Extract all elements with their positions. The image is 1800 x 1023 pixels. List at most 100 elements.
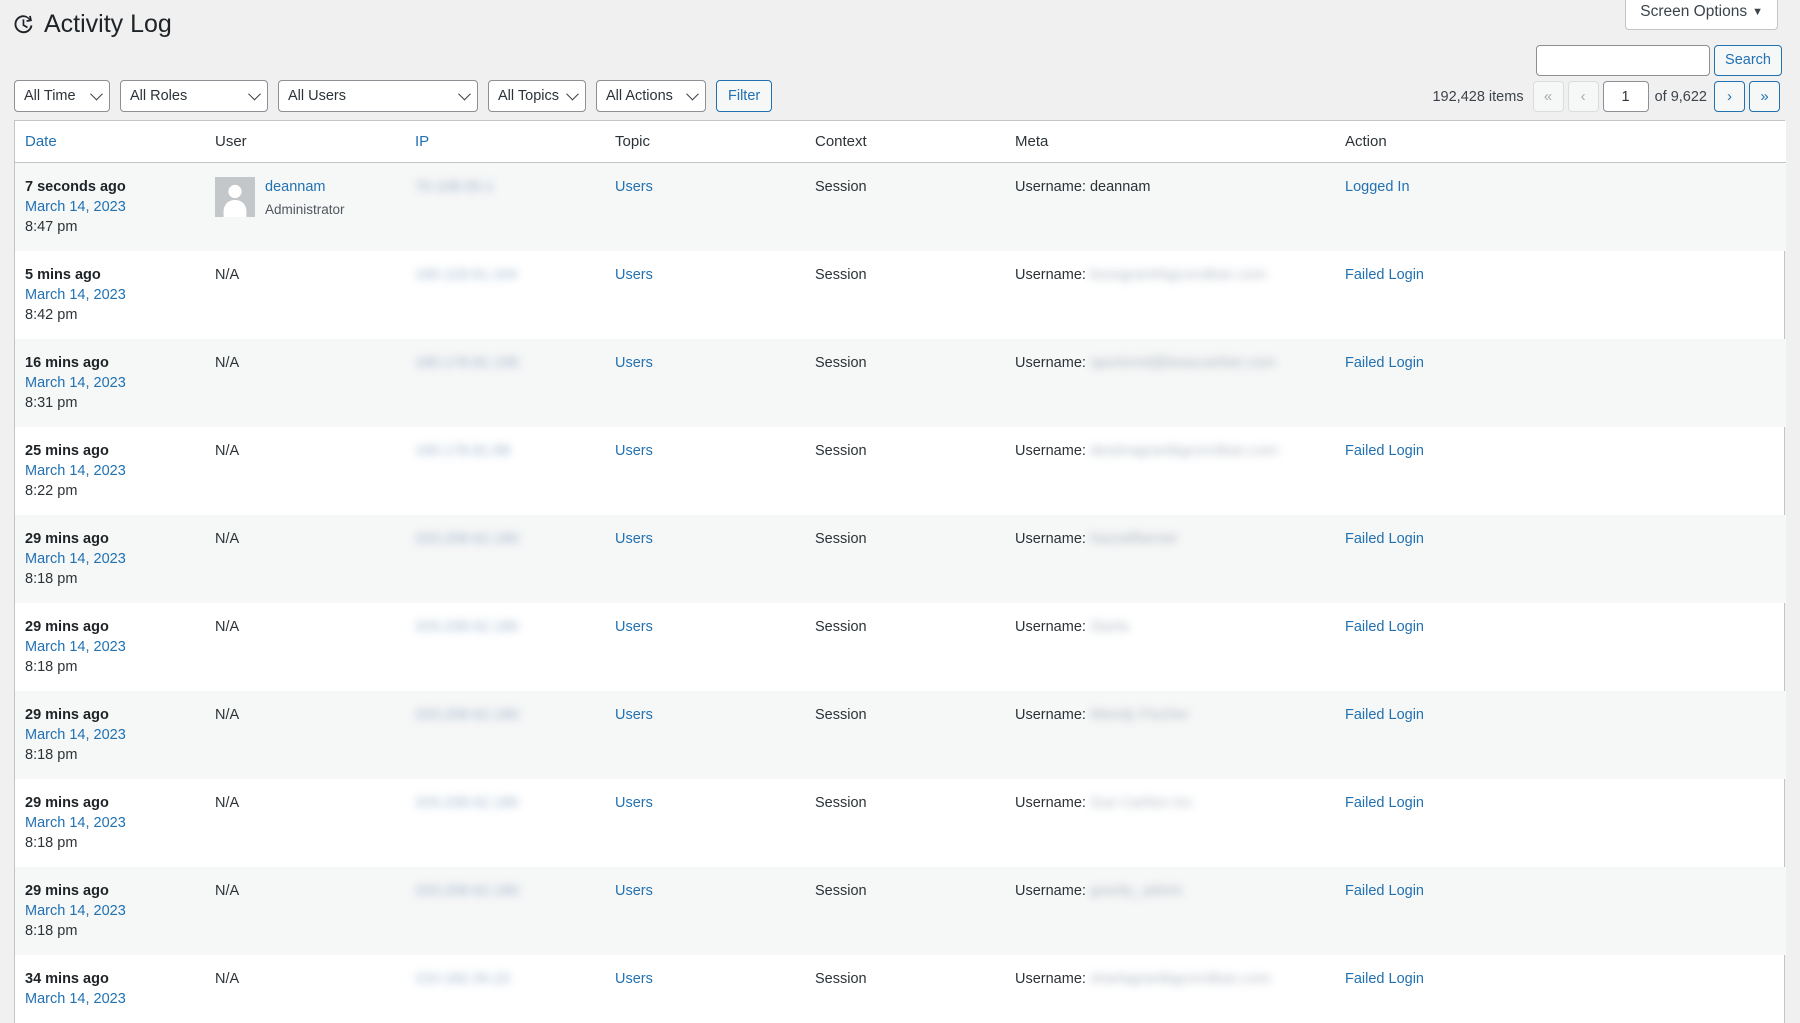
filter-select-roles[interactable]: All Roles <box>120 80 268 112</box>
pagination: 192,428 items « ‹ of 9,622 › » <box>1432 81 1784 112</box>
action-link[interactable]: Failed Login <box>1345 883 1424 899</box>
filter-toolbar: All Time All Roles All Users All Topics … <box>14 80 772 112</box>
date-absolute[interactable]: March 14, 2023 <box>25 637 205 657</box>
cell-topic: Users <box>615 427 815 515</box>
items-count: 192,428 items <box>1432 89 1523 105</box>
meta-value-redacted: bossgrantrbgcorolban.com <box>1090 265 1266 285</box>
action-link[interactable]: Failed Login <box>1345 971 1424 987</box>
date-time: 8:18 pm <box>25 569 205 589</box>
cell-action: Failed Login <box>1345 867 1786 955</box>
column-header-date[interactable]: Date <box>15 121 215 163</box>
cell-user: deannamAdministrator <box>215 163 415 252</box>
activity-log-table-container: Date User IP Topic Context Meta Action 7… <box>14 120 1785 1023</box>
date-time: 8:18 pm <box>25 657 205 677</box>
screen-options-label: Screen Options <box>1640 3 1747 20</box>
date-relative: 7 seconds ago <box>25 177 205 197</box>
cell-date: 34 mins agoMarch 14, 2023 <box>15 955 215 1023</box>
cell-meta: Username: destinagrantbgcorolban.com <box>1015 427 1345 515</box>
date-relative: 16 mins ago <box>25 353 205 373</box>
ip-address-redacted[interactable]: 203.208.62.180 <box>415 793 519 813</box>
user-name-link[interactable]: deannam <box>265 178 345 198</box>
date-absolute[interactable]: March 14, 2023 <box>25 373 205 393</box>
cell-meta: Username: Starla <box>1015 603 1345 691</box>
date-absolute[interactable]: March 14, 2023 <box>25 813 205 833</box>
cell-context: Session <box>815 691 1015 779</box>
column-header-topic: Topic <box>615 121 815 163</box>
meta-label: Username: <box>1015 443 1086 459</box>
date-absolute[interactable]: March 14, 2023 <box>25 285 205 305</box>
first-page-button[interactable]: « <box>1533 81 1564 112</box>
meta-label: Username: <box>1015 355 1086 371</box>
date-absolute[interactable]: March 14, 2023 <box>25 989 205 1009</box>
cell-topic: Users <box>615 339 815 427</box>
ip-address-redacted[interactable]: 203.208.62.180 <box>415 881 519 901</box>
topic-link[interactable]: Users <box>615 443 653 459</box>
table-header-row: Date User IP Topic Context Meta Action <box>15 121 1786 163</box>
last-page-button[interactable]: » <box>1749 81 1780 112</box>
cell-context: Session <box>815 515 1015 603</box>
chevron-down-icon <box>686 88 699 101</box>
date-absolute[interactable]: March 14, 2023 <box>25 197 205 217</box>
date-absolute[interactable]: March 14, 2023 <box>25 549 205 569</box>
topic-link[interactable]: Users <box>615 179 653 195</box>
filter-select-topics[interactable]: All Topics <box>488 80 586 112</box>
action-link[interactable]: Failed Login <box>1345 531 1424 547</box>
date-absolute[interactable]: March 14, 2023 <box>25 901 205 921</box>
date-time: 8:31 pm <box>25 393 205 413</box>
table-row: 29 mins agoMarch 14, 20238:18 pmN/A203.2… <box>15 515 1786 603</box>
ip-address-redacted[interactable]: 180.178.81.196 <box>415 353 519 373</box>
action-link[interactable]: Failed Login <box>1345 619 1424 635</box>
topic-link[interactable]: Users <box>615 883 653 899</box>
topic-link[interactable]: Users <box>615 707 653 723</box>
ip-address-redacted[interactable]: 203.208.62.180 <box>415 529 519 549</box>
cell-topic: Users <box>615 779 815 867</box>
filter-select-time[interactable]: All Time <box>14 80 110 112</box>
ip-address-redacted[interactable]: 203.208.62.180 <box>415 705 519 725</box>
topic-link[interactable]: Users <box>615 531 653 547</box>
action-link[interactable]: Failed Login <box>1345 267 1424 283</box>
filter-select-users[interactable]: All Users <box>278 80 478 112</box>
topic-link[interactable]: Users <box>615 795 653 811</box>
search-input[interactable] <box>1536 45 1710 76</box>
prev-page-button[interactable]: ‹ <box>1568 81 1599 112</box>
ip-address-redacted[interactable]: 190.118.61.104 <box>415 265 518 285</box>
meta-label: Username: <box>1015 619 1086 635</box>
cell-topic: Users <box>615 515 815 603</box>
ip-address-redacted[interactable]: 210.182.34.22 <box>415 969 510 989</box>
user-name: N/A <box>215 883 239 899</box>
cell-ip: 190.178.81.88 <box>415 427 615 515</box>
action-link[interactable]: Failed Login <box>1345 443 1424 459</box>
action-link[interactable]: Failed Login <box>1345 707 1424 723</box>
meta-value-redacted: gravity_admin <box>1090 881 1183 901</box>
filter-select-actions[interactable]: All Actions <box>596 80 706 112</box>
action-link[interactable]: Failed Login <box>1345 355 1424 371</box>
screen-options-button[interactable]: Screen Options▼ <box>1625 0 1778 30</box>
action-link[interactable]: Failed Login <box>1345 795 1424 811</box>
current-page-input[interactable] <box>1603 81 1649 112</box>
column-header-ip[interactable]: IP <box>415 121 615 163</box>
cell-ip: 203.208.62.180 <box>415 779 615 867</box>
date-absolute[interactable]: March 14, 2023 <box>25 725 205 745</box>
next-page-button[interactable]: › <box>1714 81 1745 112</box>
action-link[interactable]: Logged In <box>1345 179 1410 195</box>
topic-link[interactable]: Users <box>615 971 653 987</box>
date-relative: 29 mins ago <box>25 617 205 637</box>
date-absolute[interactable]: March 14, 2023 <box>25 461 205 481</box>
topic-link[interactable]: Users <box>615 355 653 371</box>
date-relative: 5 mins ago <box>25 265 205 285</box>
filter-select-roles-label: All Roles <box>130 88 187 104</box>
filter-button[interactable]: Filter <box>716 80 772 112</box>
cell-action: Failed Login <box>1345 251 1786 339</box>
search-button[interactable]: Search <box>1714 45 1782 76</box>
cell-user: N/A <box>215 955 415 1023</box>
ip-address-redacted[interactable]: 203.208.62.180 <box>415 617 519 637</box>
topic-link[interactable]: Users <box>615 619 653 635</box>
topic-link[interactable]: Users <box>615 267 653 283</box>
search-form: Search <box>1536 45 1782 76</box>
table-row: 5 mins agoMarch 14, 20238:42 pmN/A190.11… <box>15 251 1786 339</box>
ip-address-redacted[interactable]: 190.178.81.88 <box>415 441 510 461</box>
filter-select-time-label: All Time <box>24 88 76 104</box>
ip-address-redacted[interactable]: 70.108.00.1 <box>415 177 494 197</box>
cell-user: N/A <box>215 603 415 691</box>
cell-date: 25 mins agoMarch 14, 20238:22 pm <box>15 427 215 515</box>
